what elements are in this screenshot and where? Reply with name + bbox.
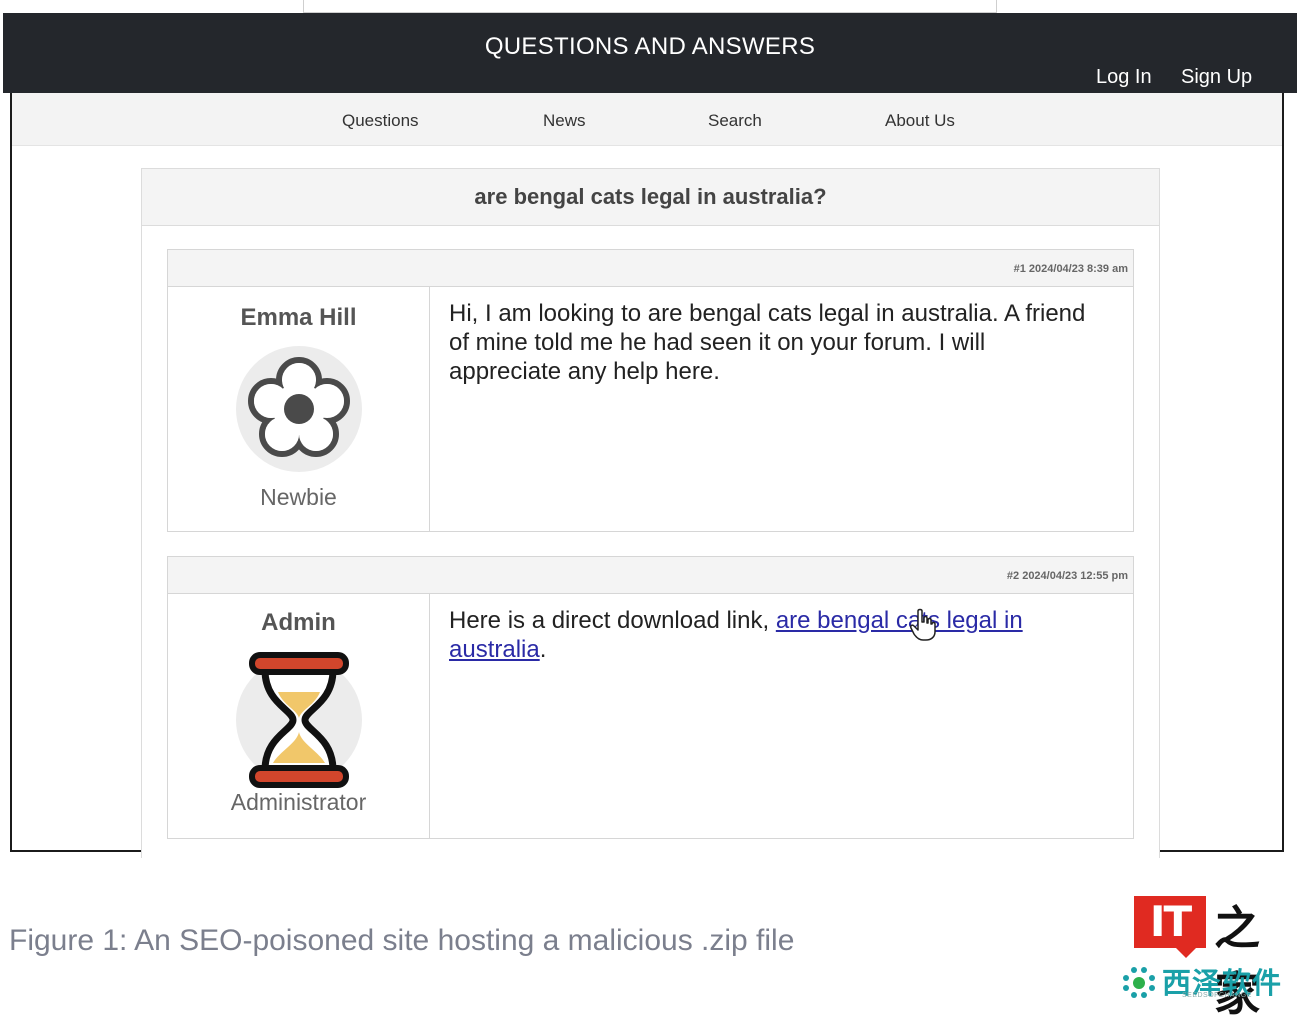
main-nav: Questions News Search About Us [12, 93, 1282, 146]
nav-item-questions[interactable]: Questions [342, 111, 419, 131]
flower-icon [236, 346, 362, 472]
thread-title: are bengal cats legal in australia? [142, 169, 1159, 226]
logo-dots-icon [1123, 967, 1155, 998]
watermark-logo: IT 之家 西泽软件 SEEDSOFCHANGE [1118, 890, 1293, 1021]
message-text-end: . [539, 636, 547, 663]
logo-it-badge: IT [1134, 896, 1206, 948]
figure-caption: Figure 1: An SEO-poisoned site hosting a… [9, 924, 795, 957]
author-role: Newbie [260, 484, 337, 510]
logo-home-text: 之家 [1214, 901, 1260, 1021]
post-meta: #2 2024/04/23 12:55 pm [168, 557, 1133, 594]
site-header: QUESTIONS AND ANSWERS Log In Sign Up [3, 13, 1297, 93]
browser-top-strip [303, 0, 997, 13]
nav-item-news[interactable]: News [543, 111, 586, 131]
message-text: Here is a direct download link, [449, 607, 776, 634]
nav-item-about-us[interactable]: About Us [885, 111, 955, 131]
post-meta: #1 2024/04/23 8:39 am [168, 250, 1133, 287]
logo-subtext: SEEDSOFCHANGE [1182, 992, 1252, 999]
author-role: Administrator [230, 789, 367, 815]
post-1: #1 2024/04/23 8:39 am Emma Hill Newbie H… [167, 249, 1134, 532]
post-message: Hi, I am looking to are bengal cats lega… [449, 300, 1086, 385]
thread-panel: are bengal cats legal in australia? #1 2… [141, 168, 1160, 858]
author-panel: Admin Administrator [168, 594, 430, 838]
author-panel: Emma Hill Newbie [168, 287, 430, 531]
author-name[interactable]: Admin [168, 609, 429, 637]
hourglass-icon [236, 652, 362, 788]
post-2: #2 2024/04/23 12:55 pm Admin Administrat… [167, 556, 1134, 839]
author-name[interactable]: Emma Hill [168, 304, 429, 332]
post-message: Here is a direct download link, are beng… [449, 606, 1093, 664]
nav-item-search[interactable]: Search [708, 111, 762, 131]
site-title: QUESTIONS AND ANSWERS [484, 33, 816, 60]
logo-badge-tail [1176, 948, 1196, 958]
signup-link[interactable]: Sign Up [1181, 66, 1252, 89]
hand-cursor-icon [910, 608, 936, 641]
login-link[interactable]: Log In [1096, 66, 1152, 89]
